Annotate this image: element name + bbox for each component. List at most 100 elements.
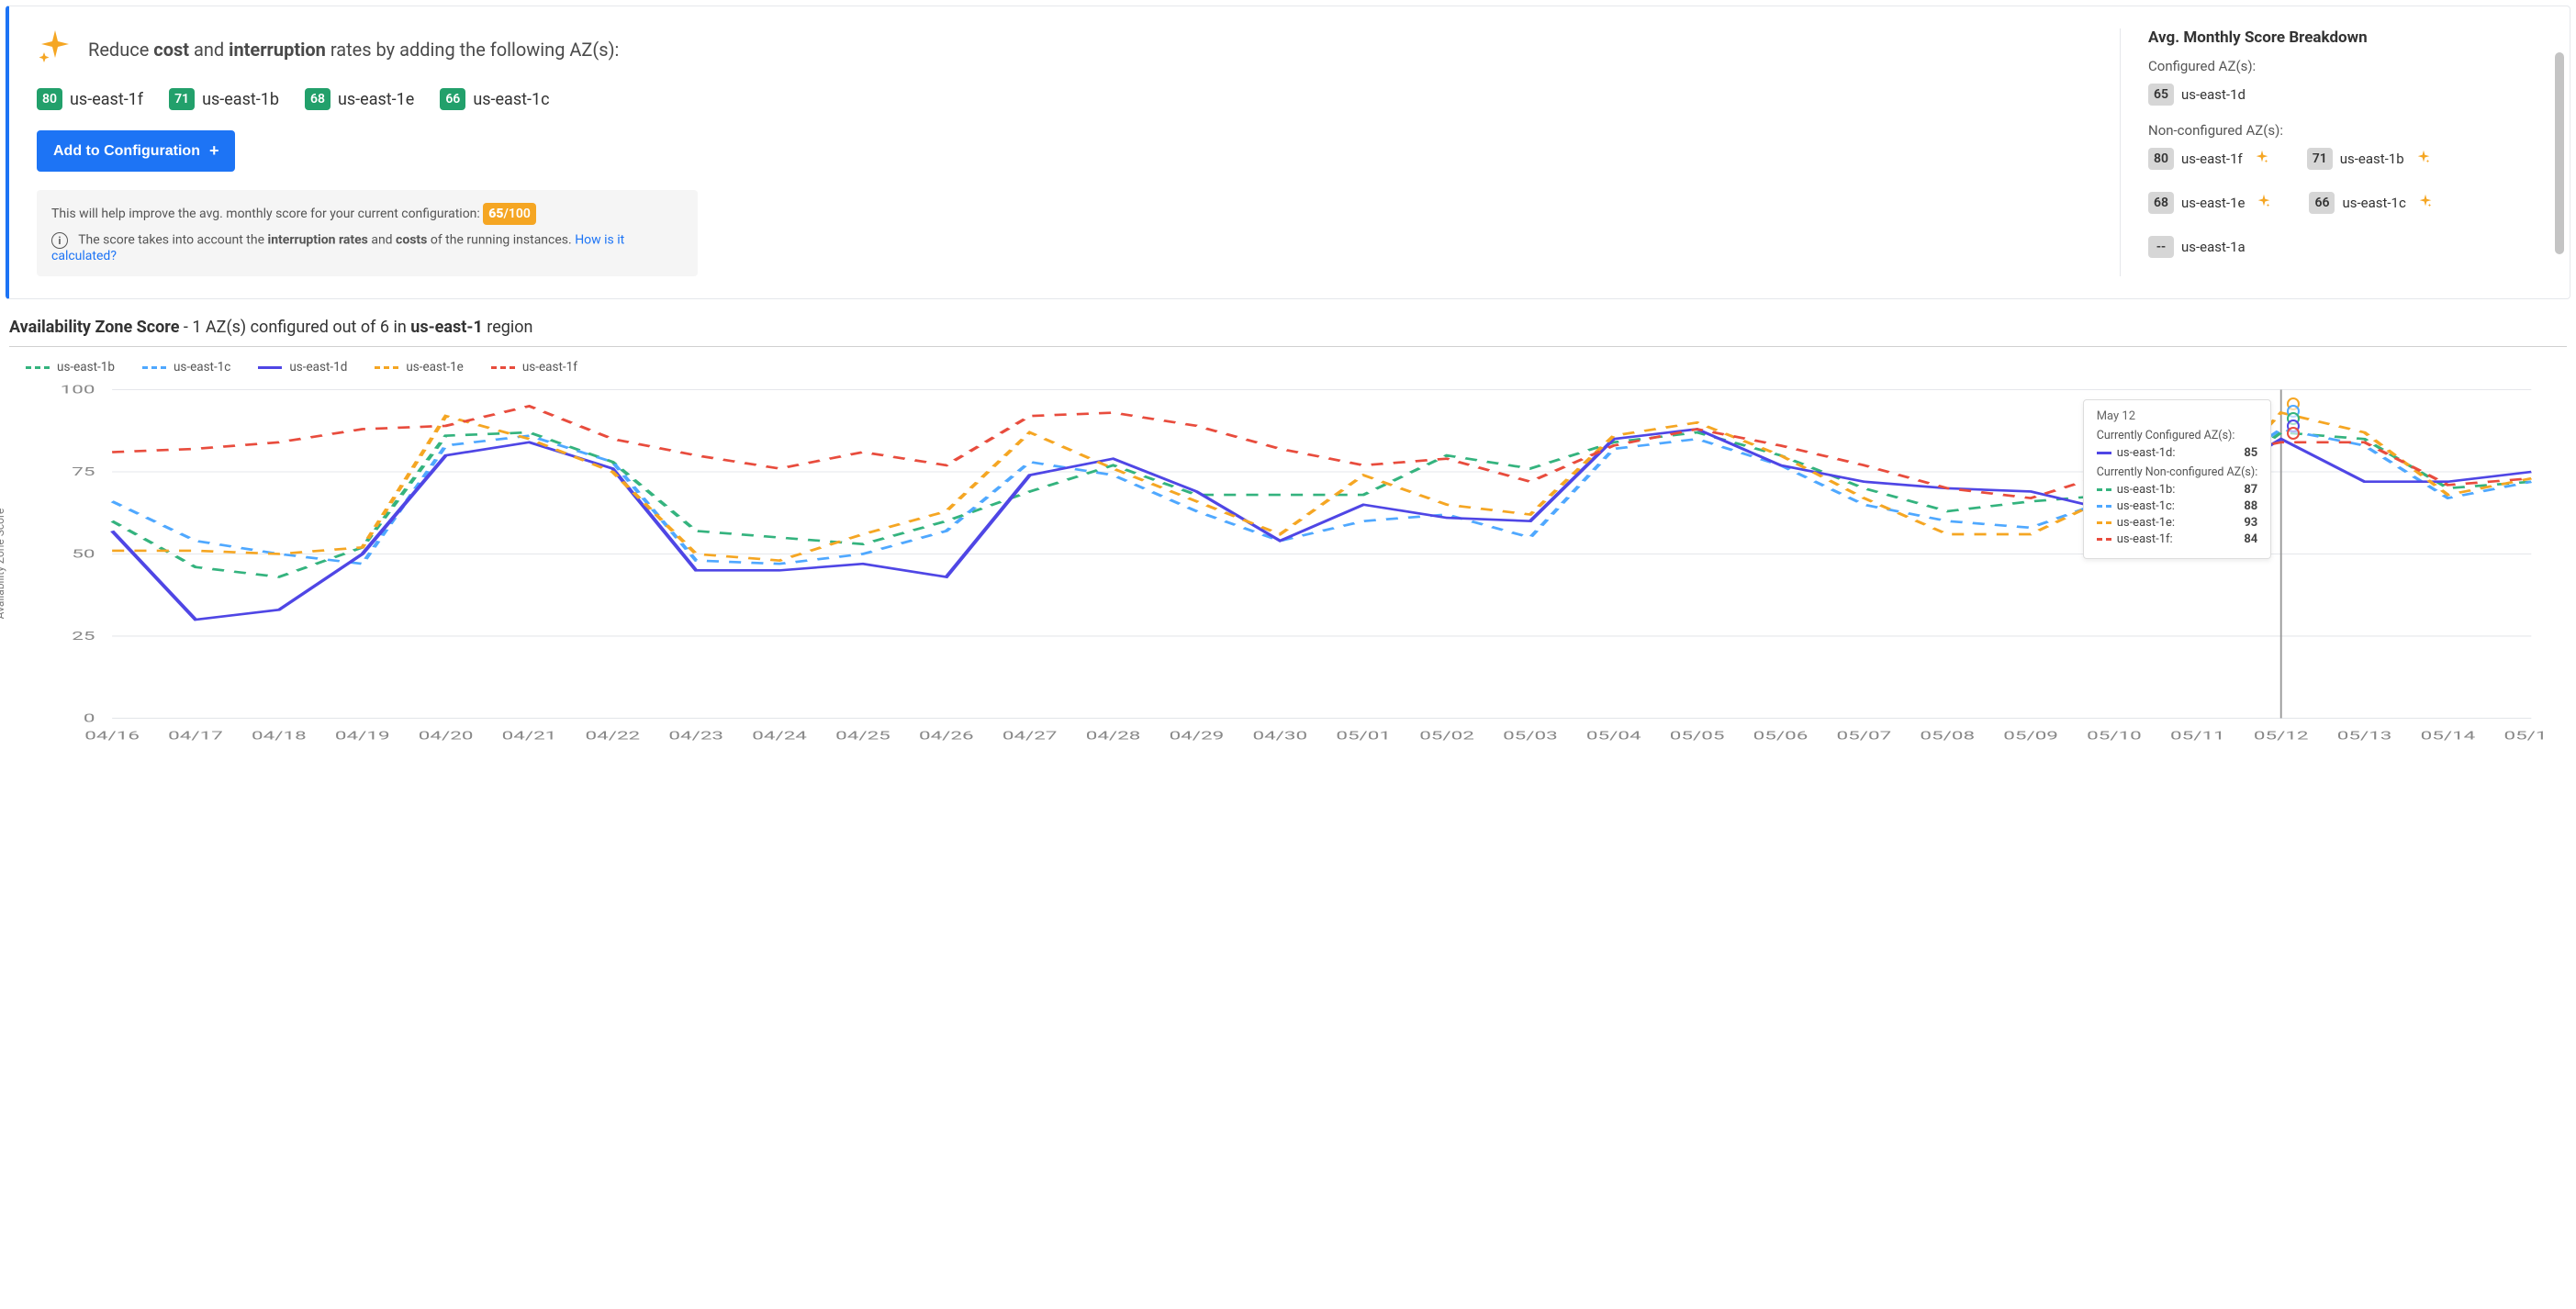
svg-text:25: 25 [72, 630, 95, 643]
svg-text:04/17: 04/17 [168, 729, 223, 743]
score-badge: 66 [2309, 192, 2335, 214]
svg-text:05/14: 05/14 [2421, 729, 2476, 743]
svg-text:05/07: 05/07 [1837, 729, 1892, 743]
svg-text:04/23: 04/23 [668, 729, 723, 743]
svg-text:05/12: 05/12 [2254, 729, 2309, 743]
az-chip: 68us-east-1e [305, 88, 414, 110]
svg-text:04/18: 04/18 [252, 729, 307, 743]
svg-text:05/10: 05/10 [2087, 729, 2142, 743]
svg-text:04/28: 04/28 [1086, 729, 1141, 743]
sparkle-icon [37, 28, 73, 70]
score-badge: -- [2148, 236, 2174, 258]
az-name: us-east-1a [2181, 239, 2246, 255]
svg-text:04/29: 04/29 [1170, 729, 1225, 743]
legend-swatch [491, 366, 515, 369]
az-chip: 65 us-east-1d [2148, 84, 2246, 106]
svg-text:04/20: 04/20 [419, 729, 474, 743]
az-chip: 66 us-east-1c [440, 88, 549, 110]
az-chip: 68us-east-1e [2148, 192, 2272, 214]
info-icon: i [51, 232, 68, 249]
score-notice: This will help improve the avg. monthly … [37, 190, 698, 276]
svg-text:05/08: 05/08 [1920, 729, 1975, 743]
svg-text:50: 50 [72, 548, 95, 562]
svg-text:04/16: 04/16 [84, 729, 140, 743]
scrollbar[interactable] [2555, 52, 2564, 254]
az-name: us-east-1c [2342, 195, 2405, 211]
svg-text:05/11: 05/11 [2170, 729, 2225, 743]
svg-text:05/02: 05/02 [1419, 729, 1474, 743]
recommendation-card: Reduce cost and interruption rates by ad… [6, 6, 2570, 299]
svg-text:100: 100 [61, 384, 95, 397]
svg-text:04/19: 04/19 [335, 729, 390, 743]
az-chip: 71us-east-1b [169, 88, 279, 110]
score-badge: 71 [2307, 148, 2333, 170]
legend-item[interactable]: us-east-1f [491, 360, 577, 375]
svg-text:04/22: 04/22 [586, 729, 641, 743]
hover-marker [2287, 427, 2300, 440]
svg-text:05/15: 05/15 [2503, 729, 2548, 743]
chart-container: Availability Zone Score 025507510004/160… [9, 380, 2548, 747]
az-name: us-east-1f [70, 90, 143, 109]
add-to-configuration-button[interactable]: Add to Configuration + [37, 130, 235, 172]
az-name: us-east-1f [2181, 151, 2243, 167]
recommendation-headline: Reduce cost and interruption rates by ad… [37, 28, 2083, 70]
y-axis-label: Availability Zone Score [0, 509, 6, 620]
svg-text:0: 0 [84, 712, 95, 726]
hover-markers [2287, 400, 2300, 437]
suggested-az-row: 80 us-east-1f 71us-east-1b 68us-east-1e 66 us… [37, 88, 2083, 110]
legend-swatch [142, 366, 166, 369]
az-chip: 80 us-east-1f [37, 88, 143, 110]
legend-item[interactable]: us-east-1d [258, 360, 347, 375]
configured-az-grid: 65 us-east-1d [2148, 84, 2542, 106]
svg-text:04/21: 04/21 [502, 729, 557, 743]
svg-text:04/30: 04/30 [1252, 729, 1307, 743]
score-badge: 65 [2148, 84, 2174, 106]
current-score-badge: 65/100 [483, 203, 536, 225]
score-badge: 71 [169, 88, 195, 110]
nonconfigured-az-grid: 80 us-east-1f 71 us-east-1b 68us-east-1e 66 us… [2148, 148, 2542, 258]
legend-label: us-east-1d [289, 360, 347, 375]
az-chip: 80 us-east-1f [2148, 148, 2270, 170]
svg-text:04/25: 04/25 [835, 729, 890, 743]
svg-text:05/06: 05/06 [1753, 729, 1809, 743]
breakdown-title: Avg. Monthly Score Breakdown [2148, 28, 2542, 47]
legend-swatch [26, 366, 50, 369]
svg-text:05/13: 05/13 [2337, 729, 2392, 743]
recommendation-left: Reduce cost and interruption rates by ad… [37, 28, 2083, 276]
legend-label: us-east-1e [406, 360, 464, 375]
svg-text:05/01: 05/01 [1336, 729, 1391, 743]
legend-item[interactable]: us-east-1e [375, 360, 464, 375]
sparkle-icon [2415, 149, 2432, 169]
sparkle-icon [2254, 149, 2270, 169]
chart-legend: us-east-1b us-east-1c us-east-1d us-east-1e… [26, 360, 2576, 375]
az-chip: 71 us-east-1b [2307, 148, 2432, 170]
plus-icon: + [209, 141, 219, 161]
svg-text:05/05: 05/05 [1670, 729, 1725, 743]
sparkle-icon [2417, 193, 2434, 213]
svg-text:04/24: 04/24 [752, 729, 807, 743]
az-name: us-east-1d [2181, 86, 2246, 103]
svg-text:04/27: 04/27 [1002, 729, 1058, 743]
svg-text:05/09: 05/09 [2003, 729, 2058, 743]
svg-text:75: 75 [72, 465, 95, 479]
score-badge: 68 [305, 88, 330, 110]
score-badge: 66 [440, 88, 465, 110]
chart-tooltip: May 12Currently Configured AZ(s):us-east… [2083, 399, 2272, 559]
svg-text:05/03: 05/03 [1503, 729, 1558, 743]
svg-text:05/04: 05/04 [1586, 729, 1641, 743]
svg-text:04/26: 04/26 [919, 729, 974, 743]
legend-label: us-east-1b [57, 360, 115, 375]
score-badge: 80 [37, 88, 62, 110]
az-chip: 66 us-east-1c [2309, 192, 2433, 214]
az-name: us-east-1b [2340, 151, 2404, 167]
nonconfigured-subtitle: Non-configured AZ(s): [2148, 122, 2542, 139]
legend-item[interactable]: us-east-1c [142, 360, 230, 375]
legend-swatch [258, 366, 282, 369]
az-chip: -- us-east-1a [2148, 236, 2246, 258]
legend-item[interactable]: us-east-1b [26, 360, 115, 375]
sparkle-icon [2256, 193, 2272, 213]
score-badge: 80 [2148, 148, 2174, 170]
az-name: us-east-1e [2181, 195, 2245, 211]
configured-subtitle: Configured AZ(s): [2148, 58, 2542, 74]
az-name: us-east-1c [473, 90, 549, 109]
